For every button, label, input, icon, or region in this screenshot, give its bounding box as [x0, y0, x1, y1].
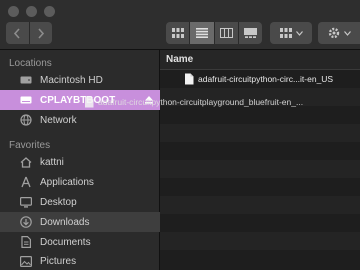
chevron-left-icon [14, 27, 20, 39]
sidebar-item-documents[interactable]: Documents [0, 232, 160, 252]
empty-row [160, 250, 360, 268]
list-icon [195, 28, 208, 38]
sidebar-item-label: Downloads [40, 216, 90, 228]
sidebar-item-label: Applications [40, 176, 94, 188]
chevron-down-icon [343, 30, 351, 36]
globe-icon [16, 114, 36, 126]
sidebar-item-network[interactable]: Network [0, 110, 160, 130]
gear-icon [328, 27, 339, 39]
column-header-name[interactable]: Name [160, 50, 360, 70]
navigation-buttons [6, 22, 52, 44]
finder-toolbar [0, 0, 360, 50]
empty-row [160, 232, 360, 250]
file-name: adafruit-circuitpython-circ...it-en_US [198, 74, 334, 84]
minimize-window-button[interactable] [26, 6, 37, 17]
hard-drive-icon [16, 75, 36, 85]
desktop-icon [16, 196, 36, 208]
icon-view-button[interactable] [166, 22, 189, 44]
action-button[interactable] [318, 22, 360, 44]
drag-ghost: adafruit-circuitpython-circuitplayground… [84, 96, 303, 108]
sidebar-item-pictures[interactable]: Pictures [0, 251, 160, 270]
sidebar-item-desktop[interactable]: Desktop [0, 192, 160, 212]
empty-row [160, 214, 360, 232]
sidebar-item-label: kattni [40, 156, 64, 168]
empty-row [160, 106, 360, 124]
back-button[interactable] [6, 22, 29, 44]
home-icon [16, 156, 36, 168]
close-window-button[interactable] [8, 6, 19, 17]
empty-row [160, 160, 360, 178]
columns-icon [219, 28, 233, 38]
empty-row [160, 196, 360, 214]
sidebar-item-kattni[interactable]: kattni [0, 152, 160, 172]
group-by-button[interactable] [270, 22, 312, 44]
applications-icon [16, 176, 36, 188]
external-drive-icon [16, 95, 36, 105]
sidebar-item-downloads[interactable]: Downloads [0, 212, 160, 232]
gallery-view-button[interactable] [237, 22, 262, 44]
sidebar-section-locations: Locations [9, 58, 52, 69]
pictures-icon [16, 255, 36, 267]
empty-row [160, 124, 360, 142]
column-header-label: Name [166, 54, 194, 65]
sidebar-item-applications[interactable]: Applications [0, 172, 160, 192]
forward-button[interactable] [28, 22, 53, 44]
sidebar-item-label: Macintosh HD [40, 74, 103, 86]
list-view-button[interactable] [189, 22, 214, 44]
documents-icon [16, 236, 36, 248]
empty-row [160, 142, 360, 160]
document-icon [185, 73, 194, 85]
document-icon [85, 96, 94, 108]
sidebar: Locations Macintosh HD CPLAYBTBOOT Netwo… [0, 50, 160, 270]
downloads-icon [16, 216, 36, 228]
view-mode-selector [166, 22, 262, 44]
zoom-window-button[interactable] [44, 6, 55, 17]
grid-icon [171, 28, 184, 38]
sidebar-item-label: Desktop [40, 196, 77, 208]
empty-row [160, 178, 360, 196]
file-row[interactable]: adafruit-circuitpython-circ...it-en_US [160, 70, 360, 88]
sidebar-item-label: Documents [40, 236, 91, 248]
sidebar-section-favorites: Favorites [9, 140, 51, 151]
drag-filename: adafruit-circuitpython-circuitplayground… [98, 97, 304, 107]
sidebar-item-macintosh-hd[interactable]: Macintosh HD [0, 70, 160, 90]
file-list: Name adafruit-circuitpython-circ...it-en… [160, 50, 360, 270]
grid-icon [279, 28, 292, 38]
column-view-button[interactable] [213, 22, 238, 44]
sidebar-item-label: Pictures [40, 255, 77, 267]
sidebar-item-label: Network [40, 114, 77, 126]
chevron-down-icon [295, 30, 303, 36]
chevron-right-icon [38, 27, 44, 39]
gallery-icon [243, 28, 257, 38]
